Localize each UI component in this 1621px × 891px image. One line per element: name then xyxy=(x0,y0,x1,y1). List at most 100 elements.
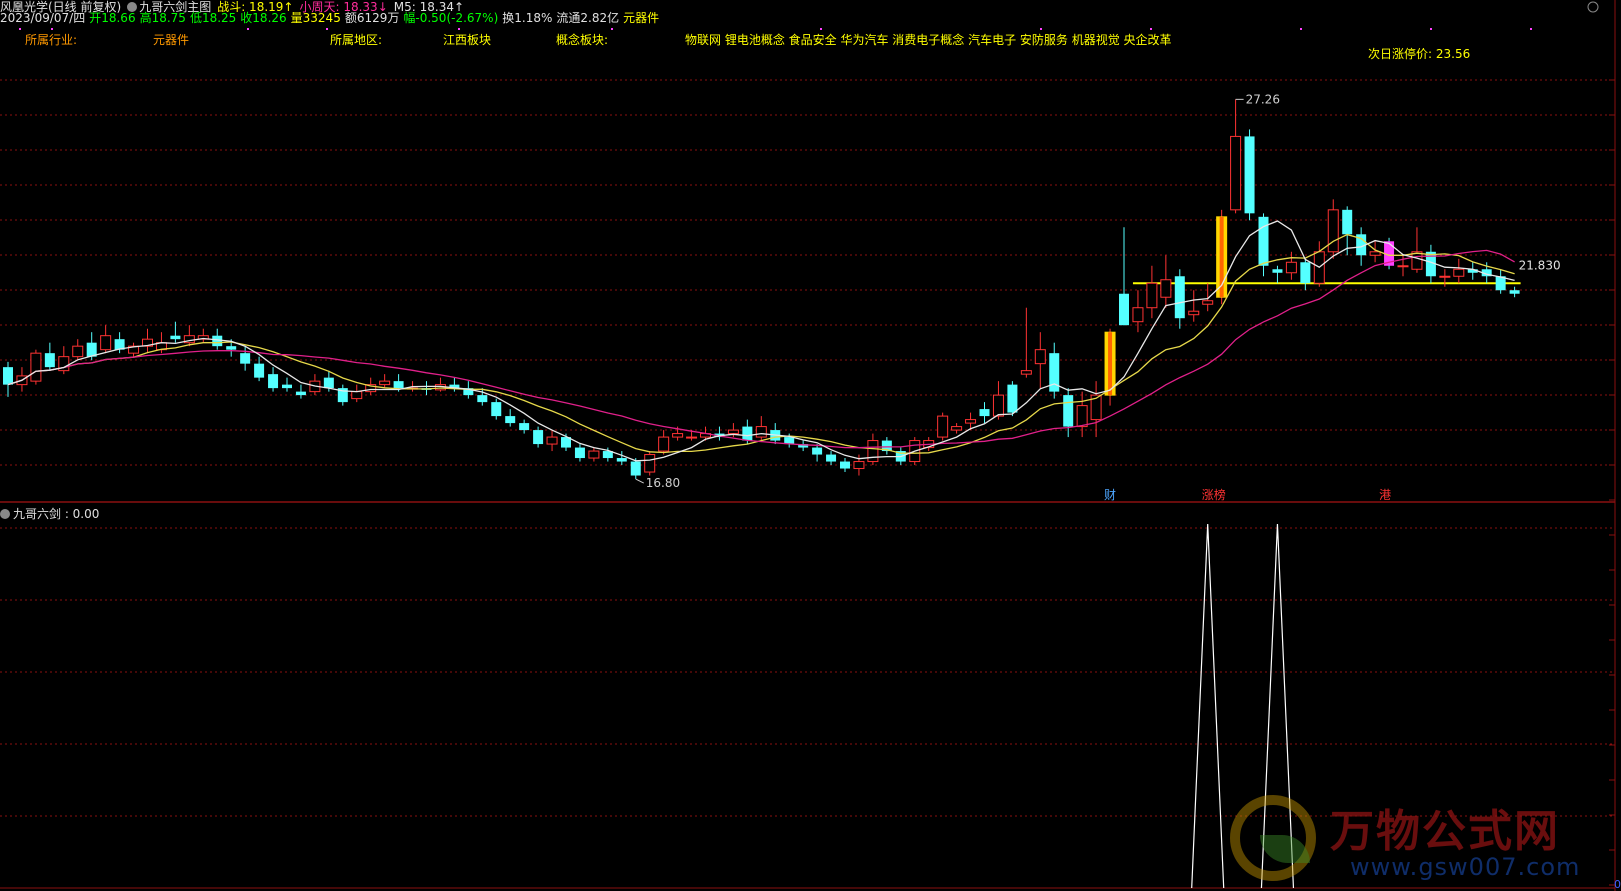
candle-body xyxy=(1285,261,1297,274)
candle-body xyxy=(867,440,879,463)
candle-body xyxy=(1202,300,1214,305)
sector-field: 元器件 xyxy=(153,33,190,47)
candle-body xyxy=(965,419,977,424)
candle-highlight xyxy=(1108,332,1113,396)
candle-body xyxy=(1342,209,1353,235)
candle-body xyxy=(644,454,656,473)
header-dot xyxy=(1300,28,1302,30)
candle-body xyxy=(1327,209,1339,253)
candle-body xyxy=(616,458,627,462)
candle-body xyxy=(937,415,949,438)
candle-body xyxy=(1007,384,1018,413)
event-marker: 涨榜 xyxy=(1202,487,1226,502)
quote-field: 额6129万 xyxy=(344,11,400,25)
sector-field: 概念板块: xyxy=(556,33,609,47)
candle-body xyxy=(295,391,306,396)
candle-body xyxy=(853,461,865,470)
candle-body xyxy=(1272,269,1283,273)
header-dot xyxy=(247,28,249,30)
quote-field: 换1.18% xyxy=(502,11,553,25)
candle-body xyxy=(992,394,1004,417)
sub-panel-title-text: 九哥六剑 : 0.00 xyxy=(13,507,100,521)
candle-body xyxy=(755,426,767,438)
candle-body xyxy=(979,409,990,417)
header-dot xyxy=(1530,28,1532,30)
candle-body xyxy=(546,436,558,445)
low-pointer xyxy=(635,478,644,484)
candle-body xyxy=(323,377,334,389)
candle-body xyxy=(574,447,585,459)
candle-body xyxy=(30,352,42,382)
candle-body xyxy=(226,346,237,350)
candle-body xyxy=(686,436,698,439)
candle-body xyxy=(1397,265,1409,268)
candle-body xyxy=(3,367,13,385)
header-dot xyxy=(820,28,822,30)
sub-panel-zero-label: 0 xyxy=(1614,878,1621,891)
candle-body xyxy=(1439,275,1451,278)
candle-body xyxy=(1411,251,1423,270)
quote-field: 高18.75 xyxy=(139,11,186,25)
candle-body xyxy=(72,345,84,358)
candle-body xyxy=(491,402,502,417)
candle-body xyxy=(100,335,112,351)
close-icon xyxy=(1587,1,1599,13)
header-dot xyxy=(1430,28,1432,30)
header-dot xyxy=(1040,28,1042,30)
quote-field: 收18.26 xyxy=(240,11,287,25)
event-marker: 港 xyxy=(1379,488,1391,502)
sector-field: 所属行业: xyxy=(25,33,78,47)
header-dot xyxy=(51,28,53,30)
candle-body xyxy=(505,416,516,424)
candle-body xyxy=(1132,307,1144,323)
sub-panel-title: 九哥六剑 : 0.00 xyxy=(0,505,99,522)
candle-body xyxy=(630,461,641,476)
sector-field: 江西板块 xyxy=(443,33,492,47)
candle-body xyxy=(170,335,181,340)
candle-body xyxy=(393,381,404,389)
candle-body xyxy=(282,384,292,389)
candle-body xyxy=(588,450,600,459)
quote-field: 开18.66 xyxy=(89,11,136,25)
stock-chart[interactable]: 27.26 16.80 21.830 财 涨榜 港 xyxy=(0,0,1621,891)
candle-body xyxy=(672,433,684,438)
candle-body xyxy=(1258,216,1269,266)
candle-body xyxy=(379,380,391,386)
last-price-label: 21.830 xyxy=(1519,258,1561,272)
quote-field: 2023/09/07/四 xyxy=(0,11,86,25)
candle-body xyxy=(1453,268,1465,277)
candle-body xyxy=(1174,276,1185,319)
candle-body xyxy=(826,454,837,462)
event-marker: 财 xyxy=(1104,488,1116,502)
candle-body xyxy=(1188,310,1200,316)
header-row-quote: 2023/09/07/四 开18.66 高18.75 低18.25 收18.26 量332… xyxy=(0,11,663,25)
quote-field: 低18.25 xyxy=(189,11,237,25)
sector-field: 所属地区: xyxy=(330,33,383,47)
watermark-url: www.gsw007.com xyxy=(1350,853,1581,881)
indicator-circle-icon[interactable] xyxy=(0,509,10,519)
header-dot xyxy=(326,28,328,30)
candle-body xyxy=(1160,279,1172,298)
candle-body xyxy=(533,430,544,445)
signal-spike xyxy=(1191,523,1225,889)
candle-body xyxy=(1300,262,1311,284)
candle-body xyxy=(1369,251,1381,256)
candle-body xyxy=(44,353,55,368)
header-dot xyxy=(1150,28,1152,30)
candle-body xyxy=(1244,136,1255,214)
candle-body xyxy=(742,426,753,441)
watermark-site-name: 万物公式网 xyxy=(1330,806,1560,857)
candle-body xyxy=(519,423,530,431)
sector-field: 物联网 锂电池概念 食品安全 华为汽车 消费电子概念 汽车电子 安防服务 机器视… xyxy=(685,33,1172,47)
limit-up-price-label: 次日涨停价: 23.56 xyxy=(1368,47,1471,61)
quote-field: 流通2.82亿 xyxy=(556,11,620,25)
high-price-label: 27.26 xyxy=(1246,92,1280,106)
candle-body xyxy=(1119,293,1129,326)
quote-field: 元器件 xyxy=(623,11,660,25)
candle-body xyxy=(812,447,823,455)
candle-body xyxy=(477,395,488,403)
candle-body xyxy=(1076,405,1088,428)
candle-body xyxy=(254,363,265,378)
candle-body xyxy=(351,391,363,400)
candle-body xyxy=(212,335,223,347)
